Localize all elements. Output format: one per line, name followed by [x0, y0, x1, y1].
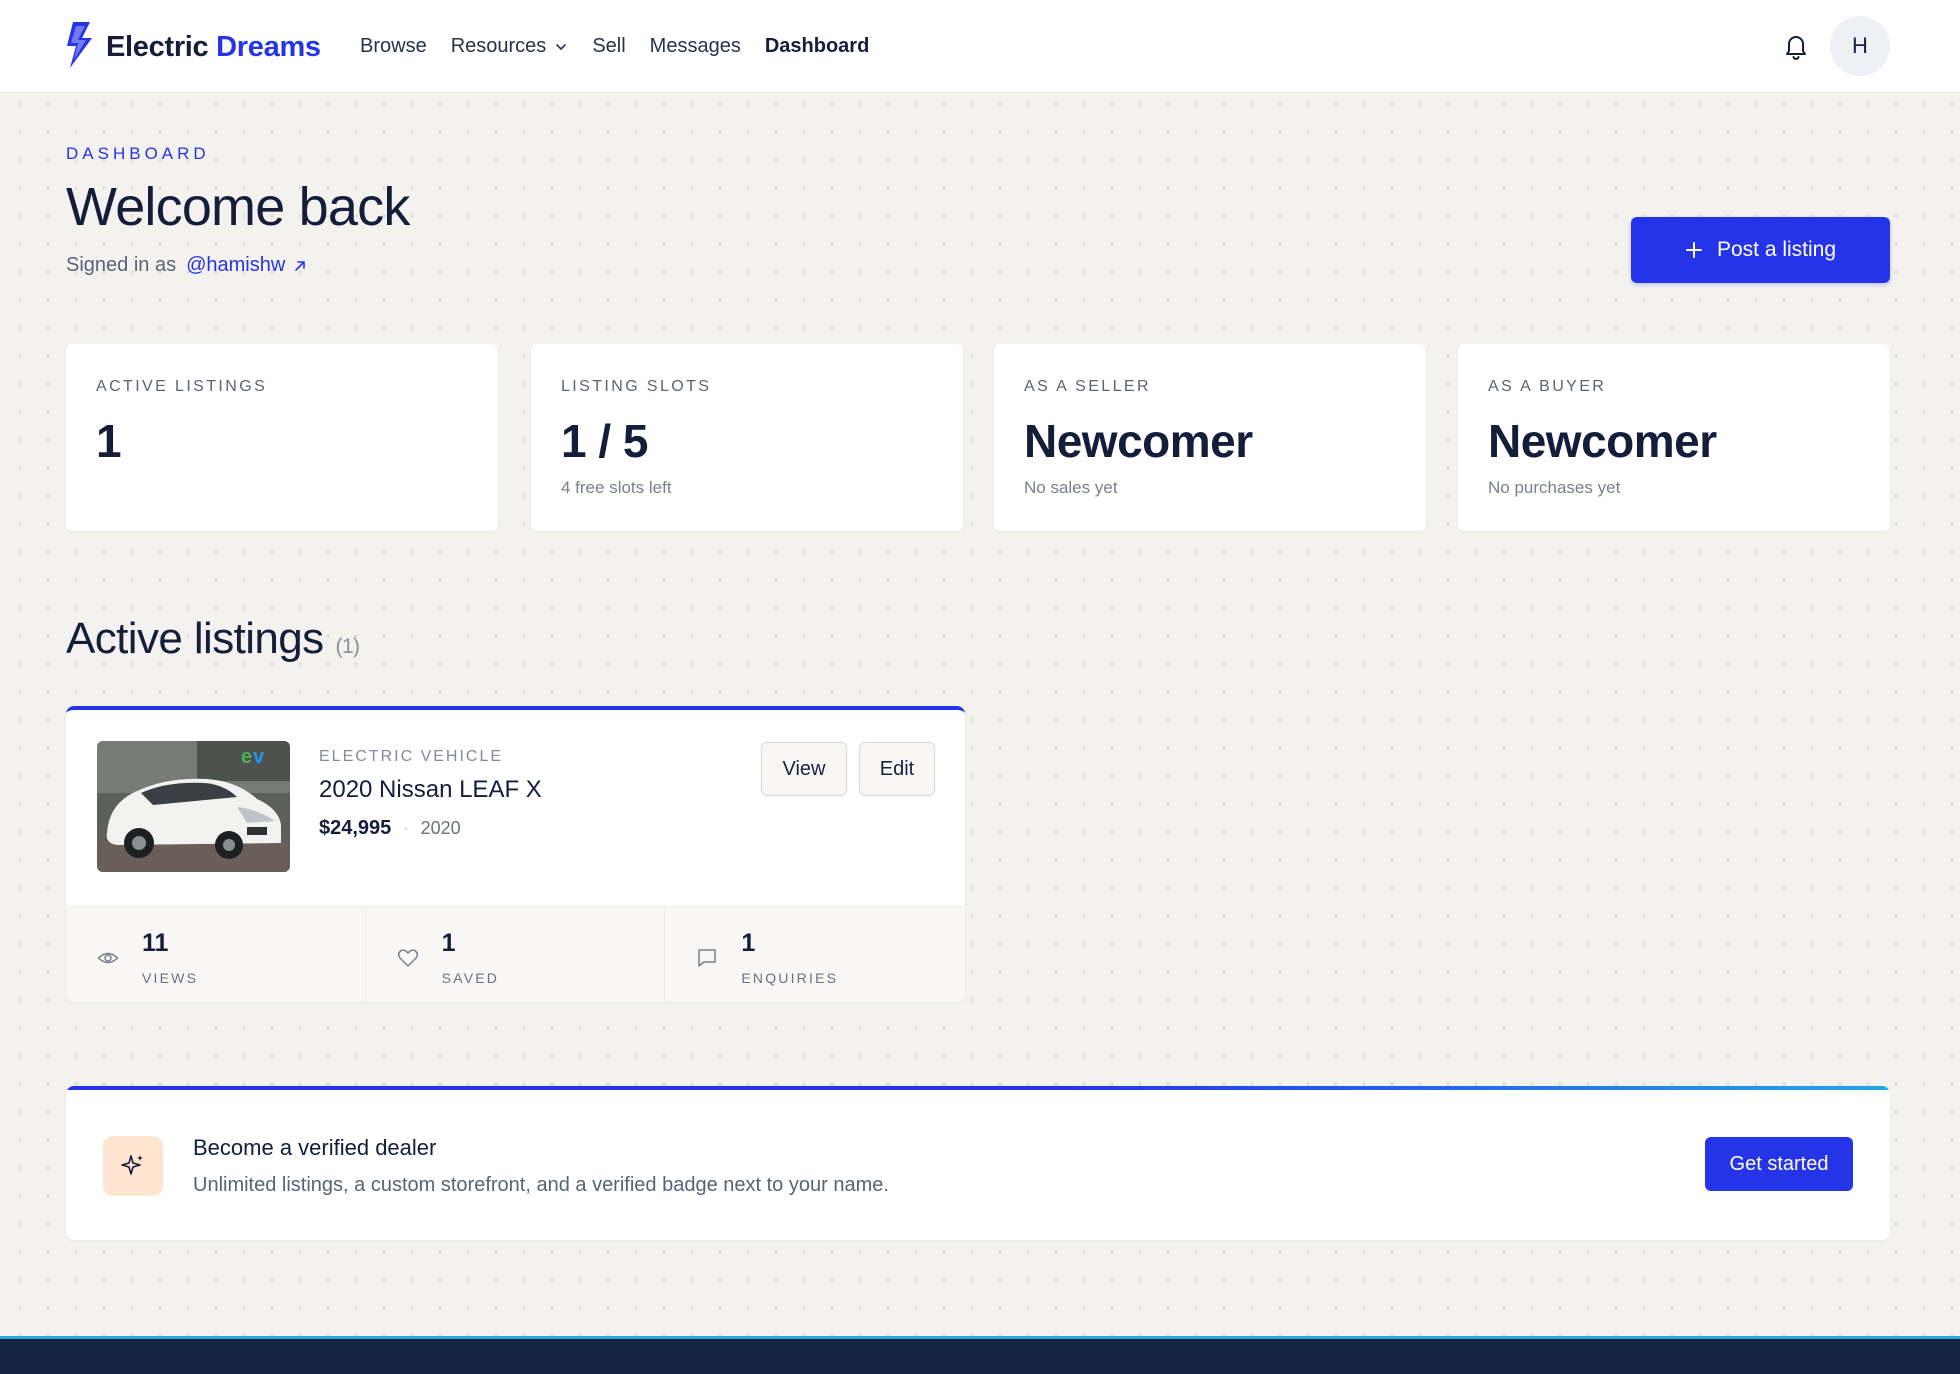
- page-eyebrow: DASHBOARD: [66, 144, 210, 163]
- active-listings-title: Active listings: [66, 614, 324, 663]
- plus-icon: [1685, 242, 1702, 258]
- stat-label: ACTIVE LISTINGS: [96, 378, 268, 395]
- brand-name-part2: Dreams: [216, 31, 321, 63]
- external-arrow-icon: [295, 260, 306, 271]
- meta-separator: ·: [403, 819, 409, 837]
- active-listings-count: (1): [335, 635, 360, 658]
- listing-stats: 11 VIEWS 1 SAVED 1 ENQUIRIES: [66, 906, 965, 1002]
- stat-card-listing-slots: LISTING SLOTS 1 / 5 4 free slots left: [531, 344, 963, 531]
- stat-label: LISTING SLOTS: [561, 378, 712, 395]
- signed-in-line: Signed in as @hamishw: [66, 254, 307, 277]
- stat-sub: No purchases yet: [1488, 478, 1621, 497]
- listing-card: e v ELECTRIC VEHICLE 2020 Nissan LEAF X …: [66, 706, 965, 1002]
- brand-logo[interactable]: Electric Dreams: [64, 20, 321, 75]
- heart-icon: [397, 949, 418, 967]
- dealer-promo-banner: Become a verified dealer Unlimited listi…: [66, 1086, 1890, 1240]
- nav-link-sell[interactable]: Sell: [592, 35, 625, 58]
- stat-card-active-listings: ACTIVE LISTINGS 1: [66, 344, 498, 531]
- stat-value: 1 / 5: [561, 415, 649, 467]
- listing-title[interactable]: 2020 Nissan LEAF X: [319, 776, 542, 804]
- active-listings-heading: Active listings (1): [66, 614, 360, 664]
- listing-year: 2020: [420, 818, 461, 838]
- view-listing-button[interactable]: View: [761, 742, 847, 796]
- signed-in-prefix: Signed in as: [66, 254, 177, 276]
- bell-icon[interactable]: [1780, 30, 1812, 62]
- nav-link-browse[interactable]: Browse: [360, 35, 427, 58]
- brand-name-part1: Electric: [106, 31, 209, 63]
- car-photo-image: e v: [97, 741, 290, 872]
- site-footer: [0, 1336, 1960, 1374]
- nav-link-messages[interactable]: Messages: [650, 35, 741, 58]
- listing-stat-views: 11 VIEWS: [66, 907, 366, 1002]
- stat-value: Newcomer: [1488, 415, 1717, 467]
- nav-links: Browse Resources Sell Messages Dashboard: [360, 0, 893, 93]
- chevron-down-icon: [556, 43, 567, 50]
- stat-card-buyer: AS A BUYER Newcomer No purchases yet: [1458, 344, 1890, 531]
- stat-label: AS A BUYER: [1488, 378, 1607, 395]
- eye-icon: [97, 952, 119, 964]
- views-label: VIEWS: [142, 970, 199, 986]
- brand-name: Electric Dreams: [106, 31, 321, 64]
- edit-listing-button[interactable]: Edit: [859, 742, 935, 796]
- sparkle-icon: [121, 1155, 143, 1175]
- svg-text:v: v: [253, 746, 265, 768]
- dealer-description: Unlimited listings, a custom storefront,…: [193, 1174, 889, 1196]
- top-navbar: Electric Dreams Browse Resources Sell Me…: [0, 0, 1960, 93]
- stat-sub: 4 free slots left: [561, 478, 672, 497]
- stat-card-seller: AS A SELLER Newcomer No sales yet: [994, 344, 1426, 531]
- enquiries-count: 1: [741, 929, 756, 957]
- svg-text:e: e: [241, 746, 252, 768]
- listing-stat-saved: 1 SAVED: [366, 907, 666, 1002]
- dealer-title: Become a verified dealer: [193, 1135, 437, 1160]
- post-listing-label: Post a listing: [1716, 238, 1837, 261]
- stat-label: AS A SELLER: [1024, 378, 1151, 395]
- listing-stat-enquiries: 1 ENQUIRIES: [665, 907, 965, 1002]
- stat-value: Newcomer: [1024, 415, 1253, 467]
- saved-count: 1: [441, 929, 456, 957]
- listing-category: ELECTRIC VEHICLE: [319, 748, 504, 765]
- bolt-logo-icon: [64, 20, 96, 75]
- nav-link-resources[interactable]: Resources: [451, 35, 569, 58]
- nav-link-dashboard[interactable]: Dashboard: [765, 35, 869, 58]
- stat-sub: No sales yet: [1024, 478, 1118, 497]
- enquiries-label: ENQUIRIES: [741, 970, 839, 986]
- views-count: 11: [142, 929, 169, 957]
- saved-label: SAVED: [441, 970, 500, 986]
- get-started-button[interactable]: Get started: [1705, 1137, 1853, 1191]
- gradient-accent-bar: [66, 1086, 1890, 1090]
- listing-meta: $24,995 · 2020: [319, 817, 461, 840]
- listing-thumbnail[interactable]: e v: [97, 741, 290, 872]
- chat-icon: [698, 949, 717, 967]
- nav-link-resources-label: Resources: [450, 35, 547, 57]
- stat-value: 1: [96, 415, 122, 467]
- user-avatar[interactable]: H: [1830, 16, 1890, 76]
- username-label: @hamishw: [186, 254, 286, 276]
- post-listing-button[interactable]: Post a listing: [1631, 217, 1890, 283]
- dealer-icon-badge: [103, 1136, 163, 1196]
- page-title: Welcome back: [66, 177, 410, 237]
- listing-price: $24,995: [319, 817, 392, 839]
- username-link[interactable]: @hamishw: [186, 254, 307, 277]
